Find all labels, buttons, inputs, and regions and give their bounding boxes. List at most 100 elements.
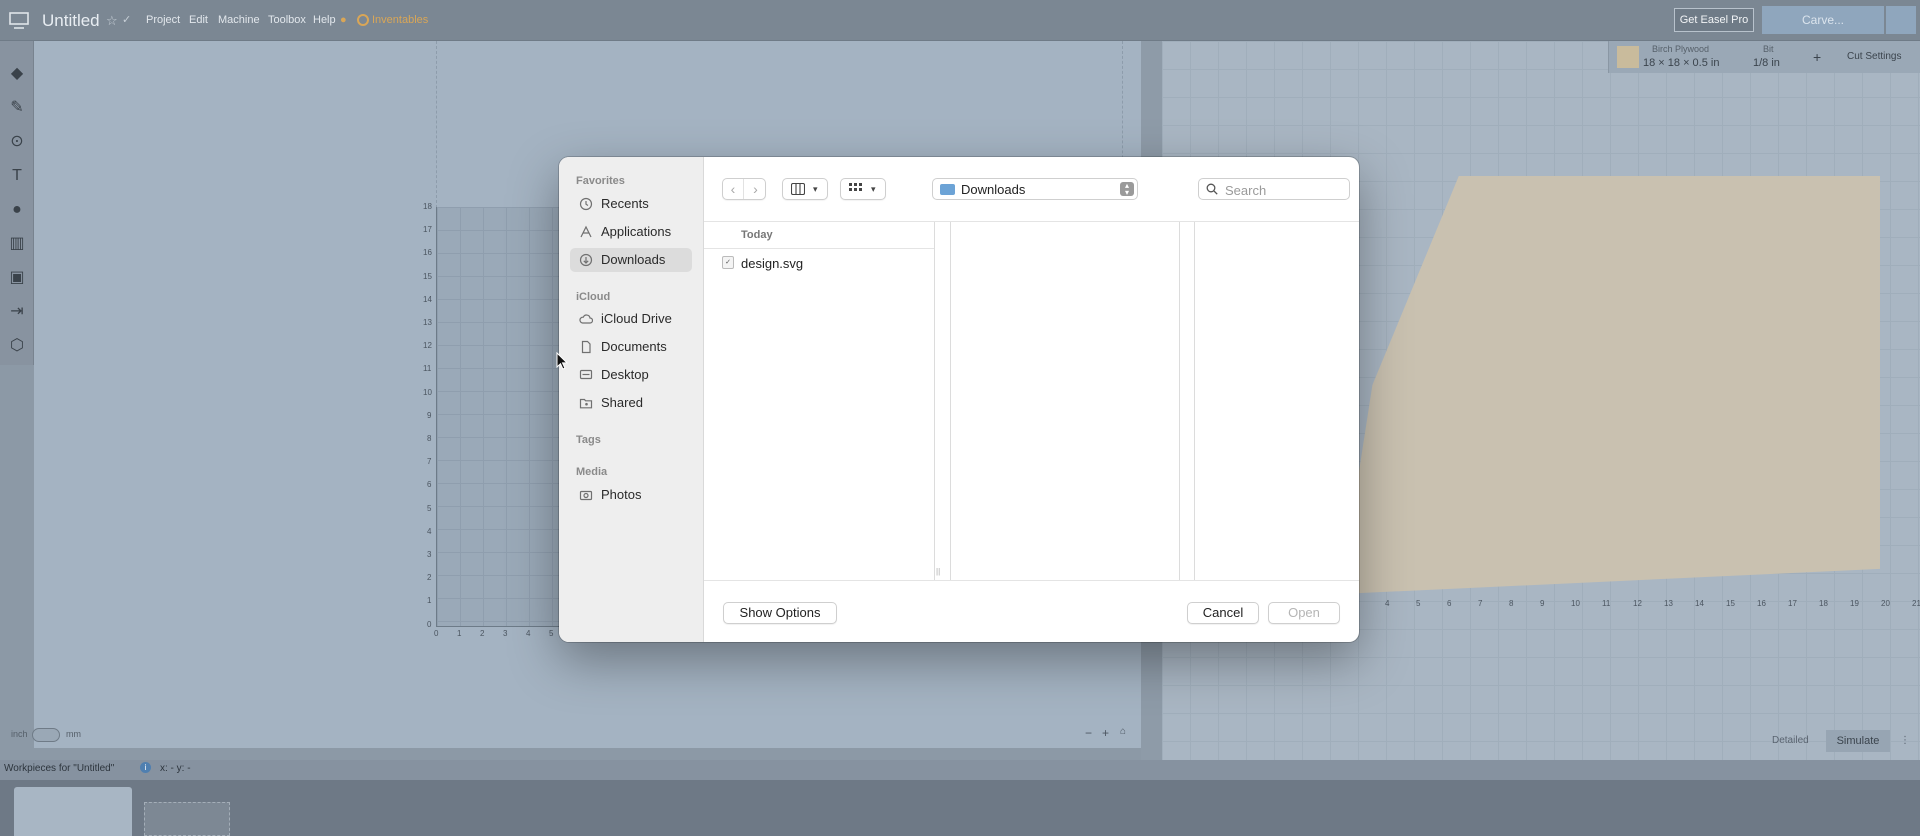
sidebar-item-documents[interactable]: Documents — [570, 335, 692, 359]
y-tick-label: 5 — [427, 503, 432, 513]
x-tick-label: 2 — [480, 629, 485, 638]
box-icon[interactable]: ▣ — [6, 267, 28, 289]
home-icon[interactable]: ⌂ — [1120, 726, 1126, 737]
forward-chevron-icon[interactable]: › — [745, 179, 766, 199]
column-empty[interactable] — [950, 222, 1180, 580]
carve-button[interactable]: Carve... — [1762, 6, 1884, 34]
column-resize-handle[interactable]: || — [936, 567, 940, 576]
inventables-link[interactable]: Inventables — [372, 14, 428, 26]
apps-apple-icon[interactable]: ● — [6, 199, 28, 221]
sidebar-item-photos[interactable]: Photos — [570, 483, 692, 507]
point-icon[interactable]: ⊙ — [6, 131, 28, 153]
star-icon[interactable]: ☆ — [106, 13, 118, 29]
x3d-tick-label: 13 — [1664, 599, 1673, 608]
bit-label: Bit — [1763, 44, 1774, 54]
sidebar-item-applications[interactable]: Applications — [570, 220, 692, 244]
import-icon[interactable]: ⇥ — [6, 301, 28, 323]
menu-toolbox[interactable]: Toolbox — [268, 14, 306, 26]
chevron-down-icon: ▾ — [813, 184, 818, 194]
sidebar-item-shared[interactable]: Shared — [570, 391, 692, 415]
view-mode-selector[interactable]: ▾ — [782, 178, 828, 200]
bit-size[interactable]: 1/8 in — [1753, 57, 1780, 69]
document-title[interactable]: Untitled — [42, 11, 100, 31]
column-downloads[interactable]: Today ✓ design.svg — [704, 222, 935, 580]
group-by-selector[interactable]: ▾ — [840, 178, 886, 200]
easel-logo-icon[interactable] — [8, 10, 30, 30]
zoom-in-icon[interactable]: + — [1102, 726, 1109, 740]
show-options-button[interactable]: Show Options — [723, 602, 837, 624]
dashed-guide — [436, 41, 437, 208]
search-placeholder: Search — [1225, 183, 1267, 198]
open-button[interactable]: Open — [1268, 602, 1340, 624]
x3d-tick-label: 12 — [1633, 599, 1642, 608]
menu-project[interactable]: Project — [146, 14, 180, 26]
material-size[interactable]: 18 × 18 × 0.5 in — [1643, 57, 1719, 69]
shapes-icon[interactable]: ◆ — [6, 63, 28, 85]
get-easel-pro-button[interactable]: Get Easel Pro — [1674, 8, 1754, 32]
file-row[interactable]: ✓ design.svg — [704, 252, 934, 274]
cube-icon[interactable]: ⬡ — [6, 335, 28, 357]
sidebar-item-label: Shared — [601, 395, 643, 410]
y-tick-label: 14 — [423, 294, 432, 304]
material-name: Birch Plywood — [1652, 44, 1710, 54]
x3d-tick-label: 6 — [1447, 599, 1452, 608]
open-file-dialog: Favorites Recents Applications Downloads… — [559, 157, 1359, 642]
group-label: Today — [741, 229, 773, 241]
workpiece-tray — [0, 780, 1920, 836]
menu-machine[interactable]: Machine — [218, 14, 260, 26]
sidebar-item-label: Applications — [601, 224, 672, 239]
cut-settings-button[interactable]: Cut Settings — [1847, 51, 1901, 62]
columns-view-icon — [791, 183, 805, 195]
x3d-tick-label: 18 — [1819, 599, 1828, 608]
text-icon[interactable]: T — [6, 165, 28, 187]
sidebar-item-desktop[interactable]: Desktop — [570, 363, 692, 387]
cursor-coordinates: x: - y: - — [160, 763, 191, 774]
x3d-tick-label: 7 — [1478, 599, 1483, 608]
x3d-tick-label: 16 — [1757, 599, 1766, 608]
more-icon[interactable]: ⋮ — [1900, 735, 1910, 746]
svg-file-icon: ✓ — [722, 256, 734, 269]
pen-icon[interactable]: ✎ — [6, 97, 28, 119]
simulate-button[interactable]: Simulate — [1826, 730, 1890, 752]
workpieces-label[interactable]: Workpieces for "Untitled" — [4, 763, 114, 774]
material-swatch[interactable] — [1617, 46, 1639, 68]
media-heading: Media — [576, 466, 608, 478]
menu-edit[interactable]: Edit — [189, 14, 208, 26]
workpiece-thumbnail[interactable] — [14, 787, 132, 836]
cancel-button[interactable]: Cancel — [1187, 602, 1259, 624]
search-field[interactable]: Search — [1198, 178, 1350, 200]
x3d-tick-label: 11 — [1602, 599, 1611, 608]
detailed-toggle[interactable]: Detailed — [1772, 735, 1809, 746]
chevron-down-icon: ▾ — [871, 184, 876, 194]
ruler-icon[interactable]: ▥ — [6, 233, 28, 255]
shared-folder-icon — [579, 398, 593, 409]
search-icon — [1206, 183, 1218, 195]
unit-toggle[interactable] — [32, 728, 60, 742]
x-tick-label: 5 — [549, 629, 554, 638]
location-popup[interactable]: Downloads ▴ ▾ — [932, 178, 1138, 200]
x3d-tick-label: 17 — [1788, 599, 1797, 608]
column-empty[interactable] — [1194, 222, 1359, 580]
back-chevron-icon[interactable]: ‹ — [723, 179, 744, 199]
x3d-tick-label: 21 — [1912, 599, 1920, 608]
sidebar-item-label: Photos — [601, 487, 642, 502]
fullscreen-icon[interactable] — [1886, 6, 1916, 34]
add-workpiece-button[interactable] — [144, 802, 230, 836]
y-tick-label: 13 — [423, 318, 432, 327]
sidebar-item-downloads[interactable]: Downloads — [570, 248, 692, 272]
cloud-icon — [579, 314, 593, 324]
add-bit-icon[interactable]: + — [1813, 49, 1821, 65]
x-tick-label: 4 — [526, 629, 531, 638]
sidebar-item-icloud-drive[interactable]: iCloud Drive — [570, 307, 692, 331]
y-tick-label: 15 — [423, 271, 432, 281]
y-tick-label: 18 — [423, 202, 432, 211]
y-tick-label: 12 — [423, 341, 432, 351]
menu-help[interactable]: Help — [313, 14, 336, 26]
document-icon — [581, 340, 591, 354]
info-icon[interactable]: i — [140, 762, 151, 773]
zoom-out-icon[interactable]: − — [1085, 726, 1092, 740]
sidebar-item-recents[interactable]: Recents — [570, 192, 692, 216]
folder-icon — [940, 184, 955, 195]
unit-mm-label: mm — [66, 729, 81, 739]
saved-check-icon: ✓ — [122, 14, 132, 26]
